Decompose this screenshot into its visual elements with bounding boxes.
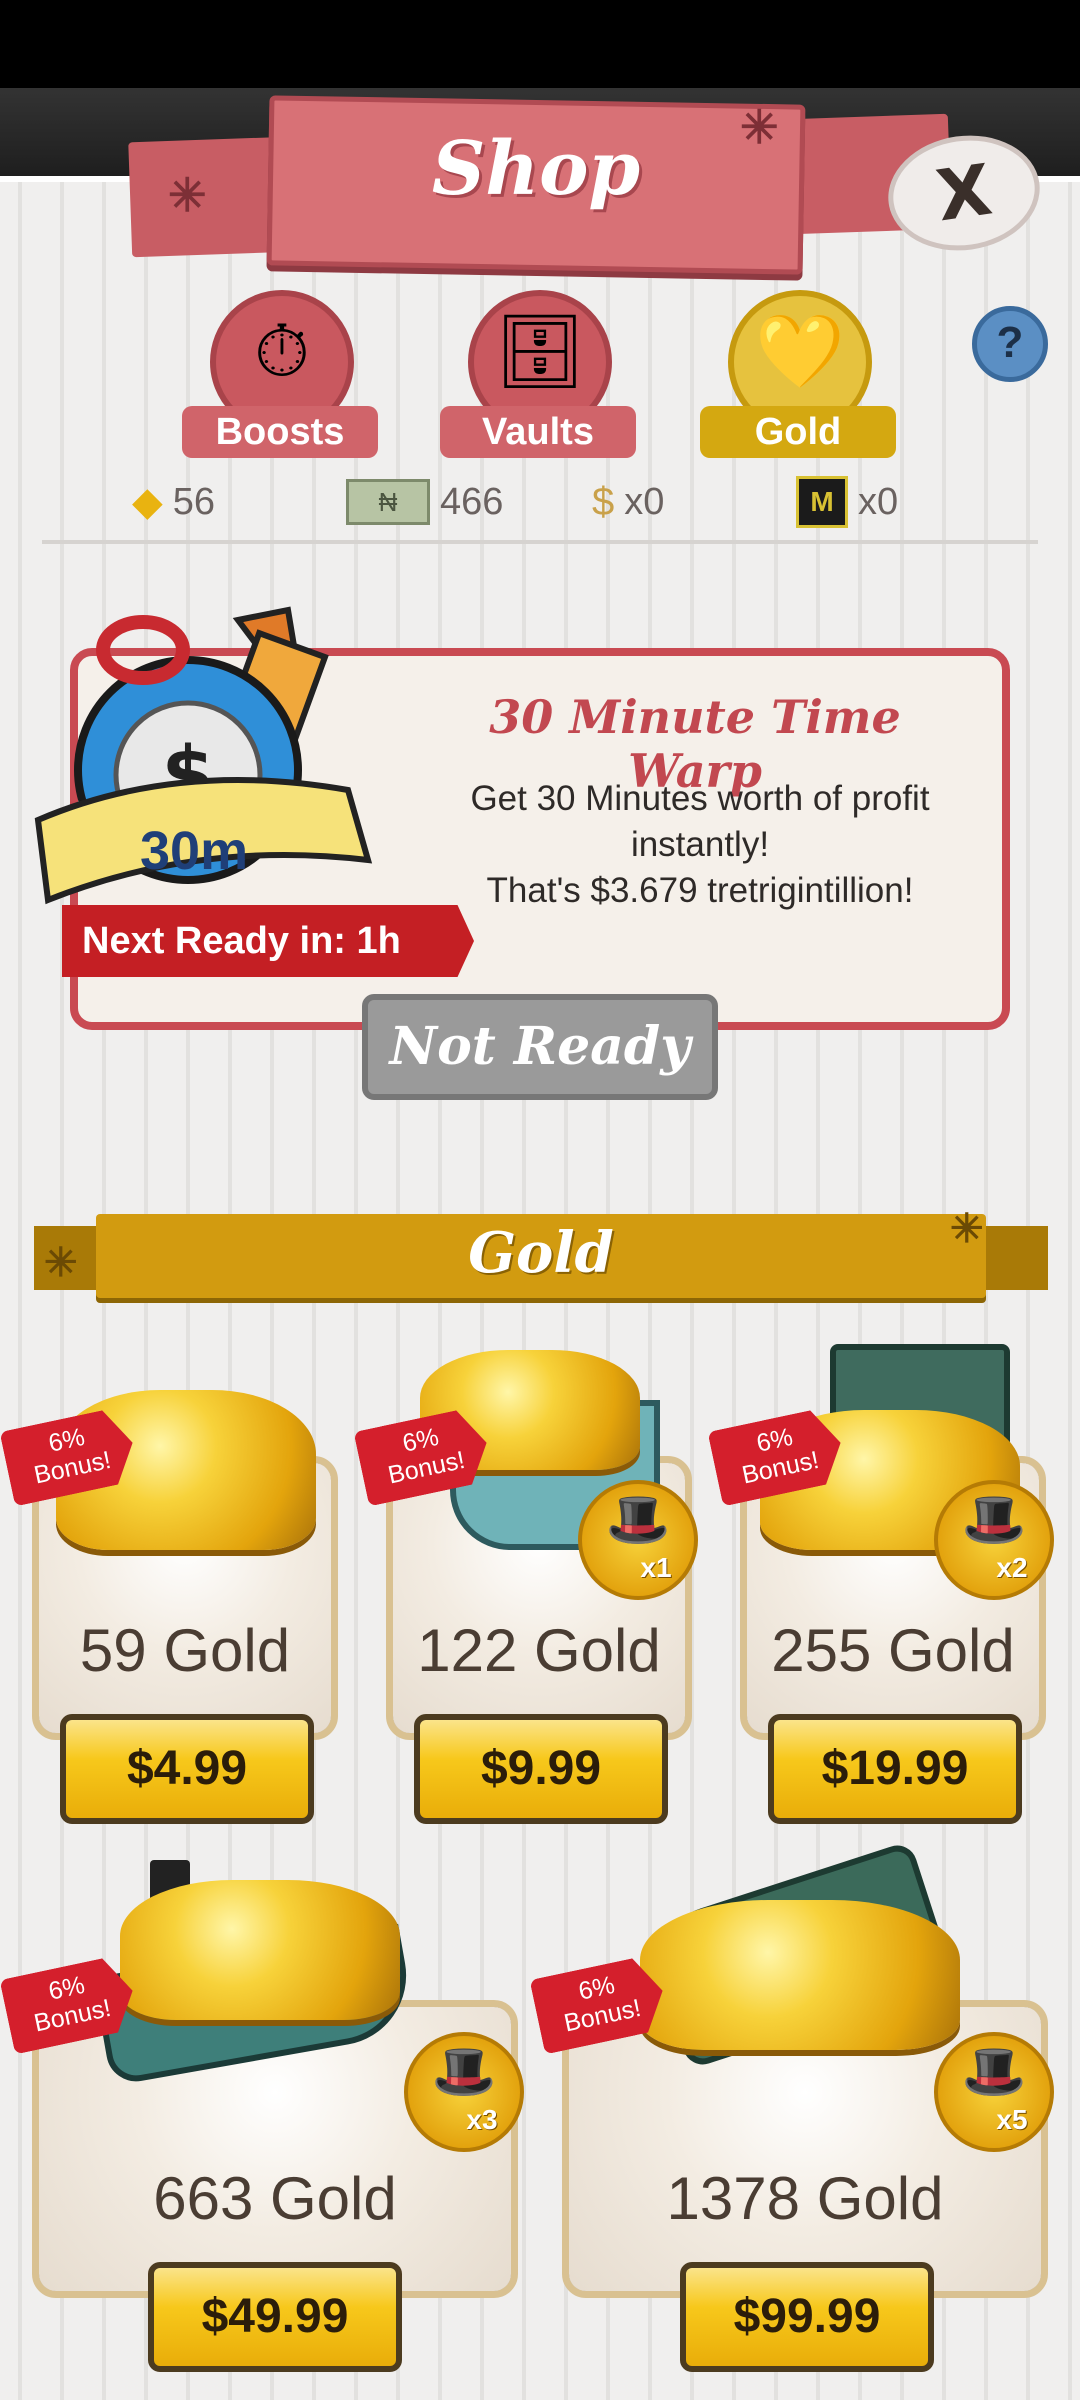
tab-boosts[interactable]: ⏱ Boosts (182, 290, 382, 460)
price-button[interactable]: $49.99 (148, 2262, 402, 2372)
multiplier-value: x2 (996, 1552, 1028, 1583)
gold-amount: 663 Gold (153, 2165, 397, 2232)
gold-pile-image (120, 1880, 400, 2020)
currency-megabucks: ₦ 466 (346, 474, 503, 530)
megabucks-icon: ₦ (346, 479, 430, 525)
stopwatch-boost-icon: ⏱ (253, 312, 311, 392)
currency-value: x0 (858, 480, 899, 523)
help-button[interactable]: ? (972, 306, 1048, 382)
gold-icon: ◆ (132, 480, 163, 524)
currency-value: x0 (624, 480, 665, 523)
price-button[interactable]: $4.99 (60, 1714, 314, 1824)
tycoon-icon: 🎩 (605, 1491, 671, 1549)
shop-screen: ✳ ✳ Shop X ⏱ Boosts 🗄 Vaults 💛 Gold ? ◆ … (0, 0, 1080, 2400)
desc-line: instantly! (630, 825, 770, 864)
tycoon-icon: 🎩 (961, 2043, 1027, 2101)
megaticket-icon: M (796, 476, 848, 528)
question-icon: ? (996, 318, 1024, 367)
next-ready-ribbon: Next Ready in: 1h 59m (62, 905, 474, 977)
currency-megaticket: M x0 (796, 474, 898, 530)
currency-value: 466 (440, 480, 504, 523)
status-bar (0, 0, 1080, 88)
multiplier-badge: 🎩 x5 (934, 2032, 1054, 2152)
not-ready-button[interactable]: Not Ready (362, 994, 718, 1100)
multiplier-badge: 🎩 x3 (404, 2032, 524, 2152)
atomic-star-icon: ✳ (44, 1241, 78, 1285)
tab-vaults[interactable]: 🗄 Vaults (440, 290, 640, 460)
gold-pile-image (640, 1900, 960, 2050)
gold-amount: 59 Gold (79, 1617, 291, 1684)
section-title: Gold (468, 1220, 614, 1286)
divider (42, 540, 1038, 544)
currency-gold: ◆ 56 (132, 474, 215, 530)
desc-line: Get 30 Minutes worth of profit (470, 779, 930, 818)
multiplier-value: x1 (640, 1552, 672, 1583)
price-button[interactable]: $99.99 (680, 2262, 934, 2372)
tab-label: Boosts (182, 406, 378, 458)
price-button[interactable]: $19.99 (768, 1714, 1022, 1824)
price-button[interactable]: $9.99 (414, 1714, 668, 1824)
vault-icon: 🗄 (494, 312, 586, 392)
gold-bar-icon: 💛 (755, 312, 845, 392)
multiplier-value: x3 (466, 2104, 498, 2135)
time-warp-badge: 30m (140, 821, 249, 881)
tycoon-icon: 🎩 (431, 2043, 497, 2101)
currency-money-bag: $ x0 (592, 474, 664, 530)
gold-amount: 255 Gold (771, 1617, 1015, 1684)
money-bag-icon: $ (592, 479, 615, 524)
multiplier-value: x5 (996, 2104, 1028, 2135)
gold-amount: 122 Gold (417, 1617, 661, 1684)
gold-amount: 1378 Gold (666, 2165, 944, 2232)
multiplier-badge: 🎩 x1 (578, 1480, 698, 1600)
multiplier-badge: 🎩 x2 (934, 1480, 1054, 1600)
page-title: Shop (431, 126, 641, 212)
time-warp-description: Get 30 Minutes worth of profit instantly… (440, 776, 960, 914)
currency-value: 56 (172, 480, 216, 523)
atomic-star-icon: ✳ (168, 169, 207, 221)
tab-label: Vaults (440, 406, 636, 458)
close-icon: X (931, 148, 997, 238)
tab-label: Gold (700, 406, 896, 458)
tycoon-icon: 🎩 (961, 1491, 1027, 1549)
tab-gold[interactable]: 💛 Gold (700, 290, 900, 460)
desc-line: That's $3.679 tretrigintillion! (486, 871, 914, 910)
